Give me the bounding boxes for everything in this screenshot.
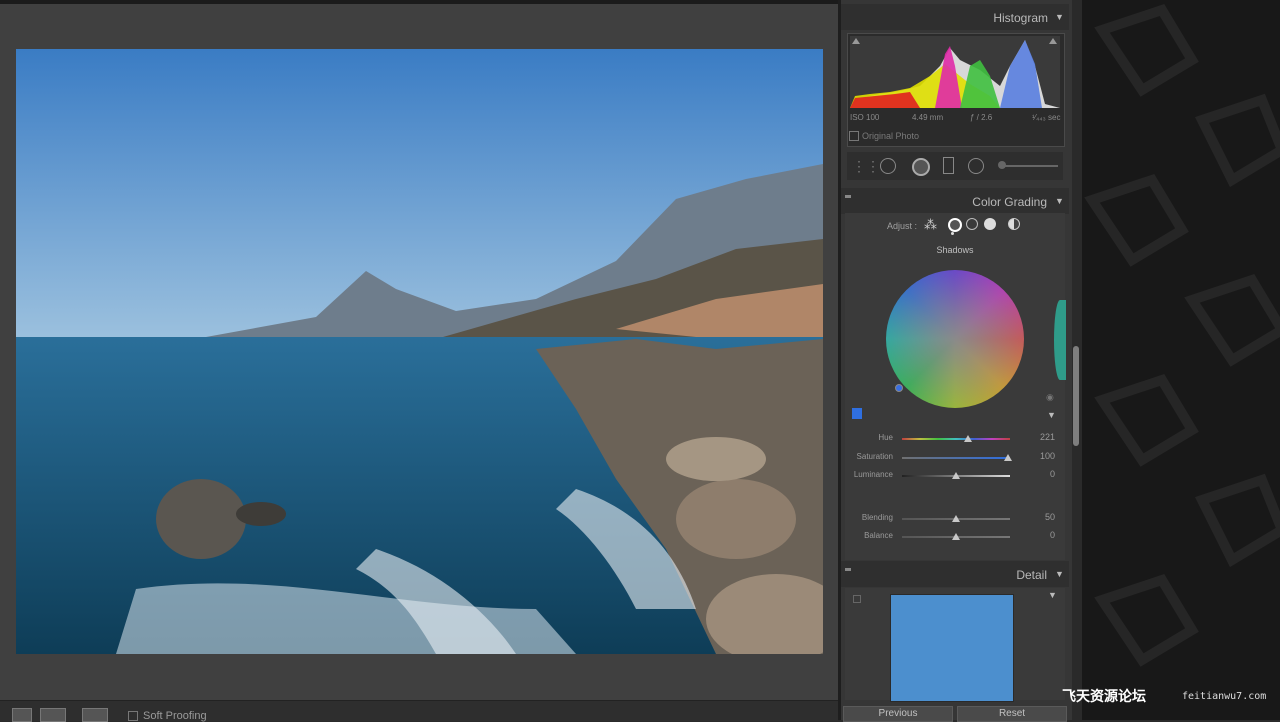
- mode-label: Shadows: [936, 245, 974, 255]
- hue-picker-handle[interactable]: [895, 384, 903, 392]
- slider-track[interactable]: [902, 438, 1010, 440]
- original-photo-label: Original Photo: [862, 131, 920, 141]
- slider-value[interactable]: 221: [1025, 432, 1055, 442]
- detail-title: Detail: [1016, 568, 1047, 582]
- visibility-eye-icon[interactable]: ◉: [1046, 392, 1054, 403]
- slider-label: Luminance: [853, 470, 893, 479]
- color-grading-title: Color Grading: [972, 195, 1047, 209]
- slider-thumb[interactable]: [1004, 454, 1012, 461]
- crop-tool-icon[interactable]: ⋮⋮: [852, 158, 880, 175]
- collapse-triangle-icon[interactable]: ▼: [1055, 569, 1064, 579]
- slider-thumb[interactable]: [952, 472, 960, 479]
- midtones-mode-icon[interactable]: [966, 218, 978, 230]
- slider-track[interactable]: [902, 457, 1010, 459]
- slider-value[interactable]: 0: [1025, 469, 1055, 479]
- slider-thumb[interactable]: [964, 435, 972, 442]
- collapse-triangle-icon[interactable]: ▼: [1055, 196, 1064, 206]
- slider-value[interactable]: 50: [1025, 512, 1055, 522]
- global-mode-icon[interactable]: [1008, 218, 1020, 230]
- active-mode-dot-icon: [951, 232, 954, 235]
- brush-slider-knob-icon[interactable]: [998, 161, 1006, 169]
- highlight-clipping-icon[interactable]: [1049, 38, 1057, 44]
- three-way-icon[interactable]: ⁂: [924, 217, 937, 233]
- panel-toggle-icon[interactable]: [845, 568, 851, 571]
- bottom-toolbar: [0, 700, 838, 721]
- slider-value[interactable]: 0: [1025, 530, 1055, 540]
- slider-label: Balance: [864, 531, 893, 540]
- slider-label: Blending: [861, 513, 893, 522]
- desktop-background: [1082, 0, 1280, 720]
- expand-triangle-icon[interactable]: ▼: [1047, 410, 1056, 420]
- slider-label: Saturation: [856, 452, 893, 461]
- color-wheel[interactable]: [886, 270, 1024, 408]
- panel-scrollbar-thumb[interactable]: [1073, 346, 1079, 446]
- background-pattern: [1084, 3, 1280, 667]
- shutter-readout: ¹⁄₄₄₃ sec: [1032, 113, 1061, 122]
- panel-divider: [838, 0, 841, 720]
- slider-thumb[interactable]: [952, 515, 960, 522]
- brush-slider[interactable]: [1000, 165, 1058, 167]
- coastline-photo: [16, 49, 823, 654]
- highlights-mode-icon[interactable]: [984, 218, 996, 230]
- watermark-text: 飞天资源论坛: [1062, 688, 1146, 704]
- redeye-icon[interactable]: [912, 158, 930, 176]
- next-wheel-peek: [1054, 300, 1066, 380]
- shadows-mode-icon[interactable]: [948, 218, 962, 232]
- detail-target-icon[interactable]: [853, 595, 861, 603]
- original-photo-checkbox[interactable]: [849, 131, 859, 141]
- histogram-graph: [850, 36, 1060, 108]
- spot-removal-icon[interactable]: [880, 158, 896, 174]
- iso-readout: ISO 100: [850, 113, 880, 122]
- histogram-chart: [850, 40, 1060, 108]
- soft-proofing-label: Soft Proofing: [143, 710, 207, 722]
- shadow-clipping-icon[interactable]: [852, 38, 860, 44]
- panel-toggle-icon[interactable]: [845, 195, 851, 198]
- adjust-label: Adjust :: [886, 221, 917, 231]
- main-photo[interactable]: [16, 49, 823, 654]
- focal-length-readout: 4.49 mm: [912, 113, 944, 122]
- detail-expand-icon[interactable]: ▼: [1048, 590, 1057, 600]
- histogram-title: Histogram: [993, 11, 1048, 25]
- color-swatch[interactable]: [852, 408, 862, 419]
- detail-preview[interactable]: [890, 594, 1014, 702]
- top-strip: [0, 0, 838, 4]
- slider-label: Hue: [878, 433, 893, 442]
- radial-filter-icon[interactable]: [968, 158, 984, 174]
- aperture-readout: ƒ / 2.6: [970, 113, 993, 122]
- graduated-filter-icon[interactable]: [943, 157, 954, 174]
- slider-thumb[interactable]: [952, 533, 960, 540]
- slider-value[interactable]: 100: [1025, 451, 1055, 461]
- collapse-triangle-icon[interactable]: ▼: [1055, 12, 1064, 22]
- watermark-url: feitianwu7.com: [1182, 691, 1267, 702]
